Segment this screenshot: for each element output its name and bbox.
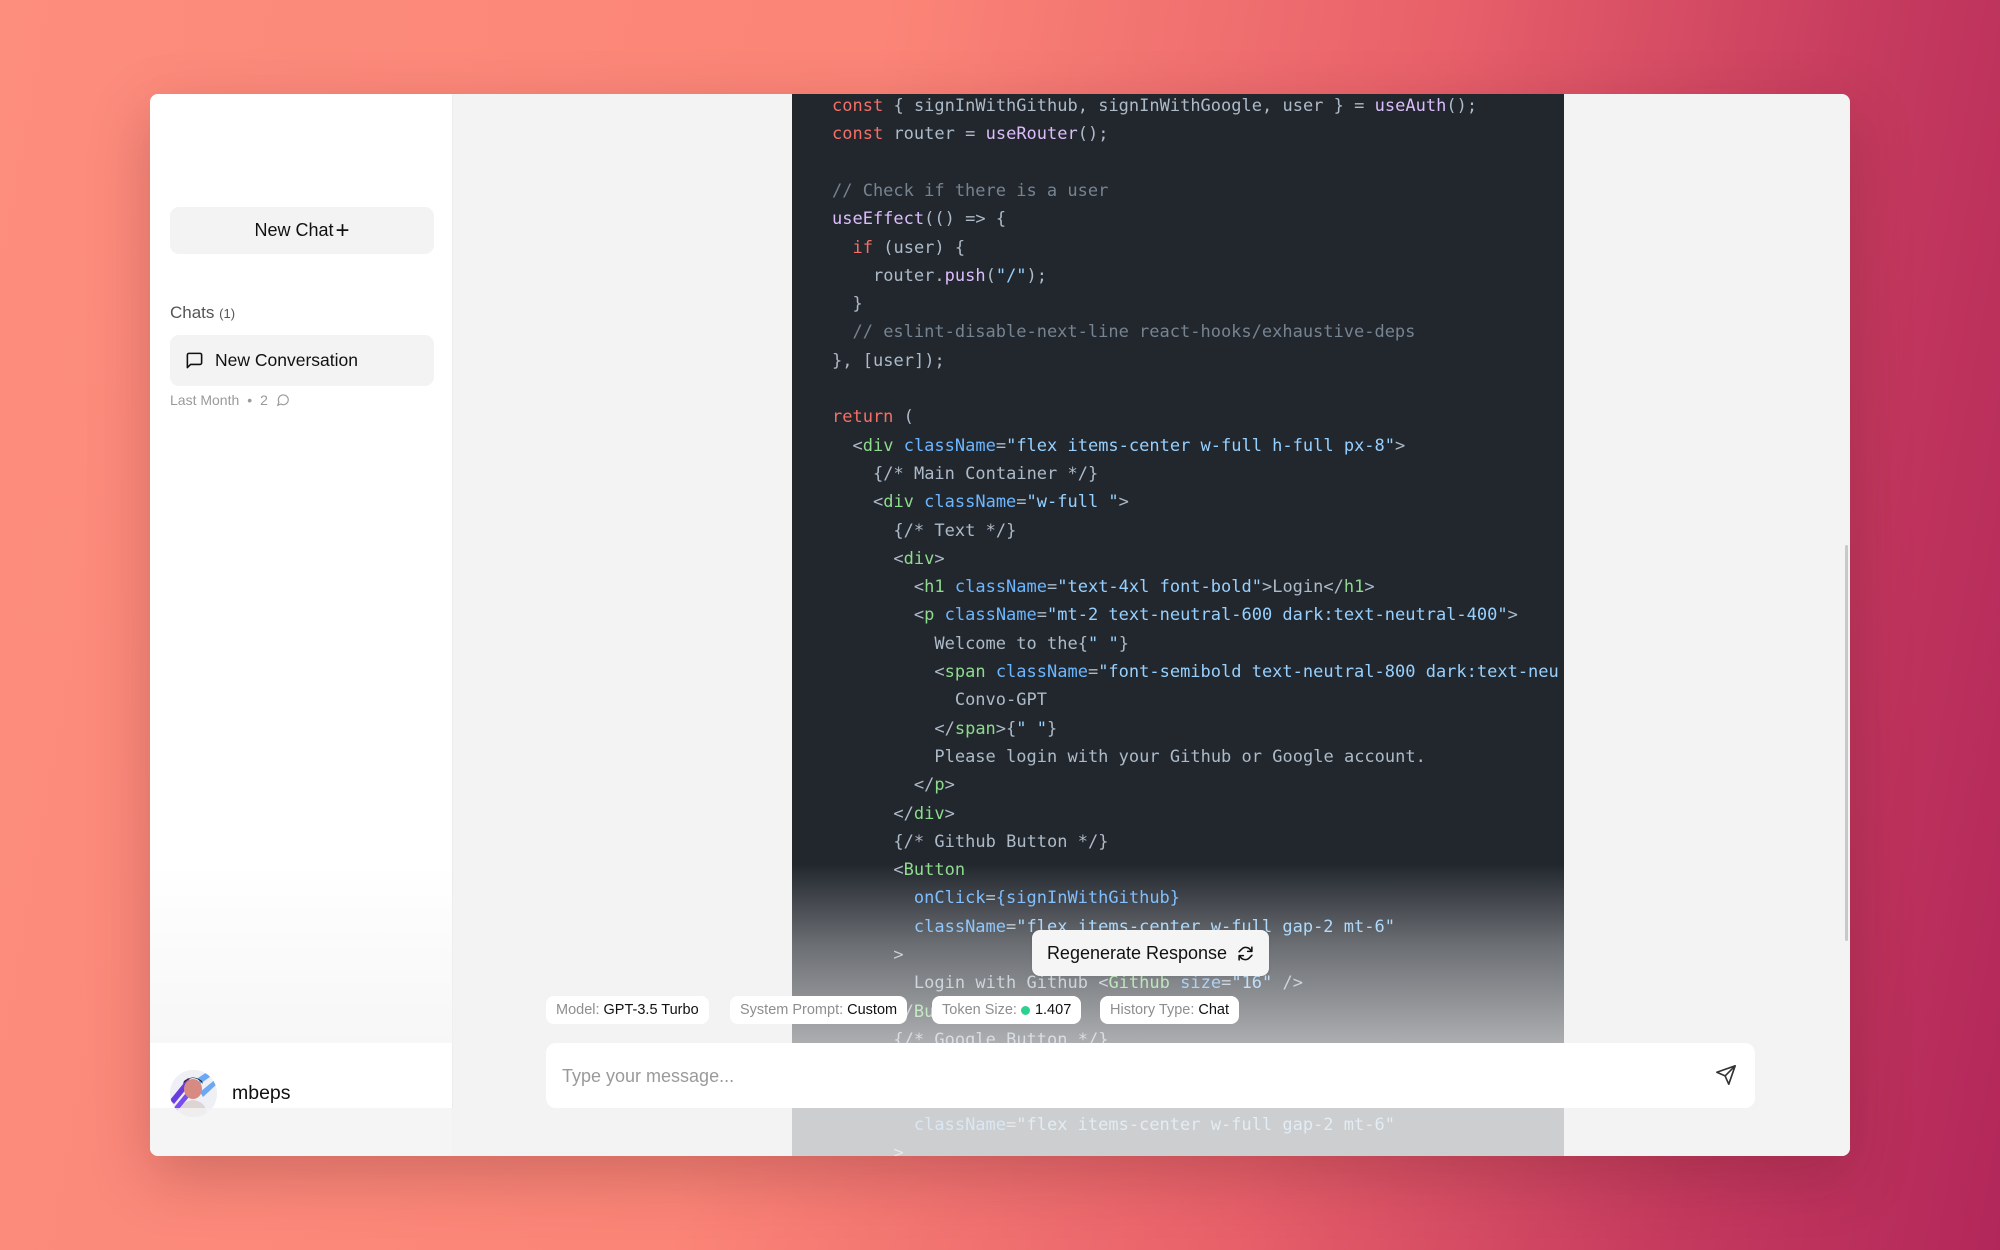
user-profile[interactable]: mbeps [170, 1070, 291, 1117]
conversation-title: New Conversation [215, 350, 358, 370]
code-line: > [893, 1143, 904, 1156]
code-line: return ( [832, 407, 914, 428]
regenerate-response-button[interactable]: Regenerate Response [1032, 930, 1269, 976]
history-type-label: History Type: [1110, 1002, 1195, 1018]
separator-dot: • [247, 392, 253, 408]
code-line: router.push("/"); [872, 265, 1048, 286]
code-line: <span className="font-semibold text-neut… [934, 662, 1559, 682]
refresh-icon [1238, 945, 1253, 961]
code-line: onClick={signInWithGithub} [913, 888, 1181, 909]
code-line: {/* Main Container */} [872, 463, 1099, 484]
code-line: <p className="mt-2 text-neutral-600 dark… [913, 605, 1518, 626]
app-window: New Chat + Chats (1) New Conversation La… [150, 94, 1850, 1156]
message-circle-icon [276, 394, 289, 407]
conversation-time: Last Month [170, 392, 240, 408]
avatar [170, 1070, 217, 1117]
code-line: <div className="flex items-center w-full… [852, 435, 1406, 456]
plus-icon: + [335, 216, 350, 244]
token-size-value: 1.407 [1034, 1002, 1072, 1018]
code-line: {/* Text */} [893, 520, 1017, 541]
history-type-chip: History Type: Chat [1100, 996, 1239, 1024]
sidebar: New Chat + Chats (1) New Conversation La… [150, 94, 453, 1156]
system-prompt-value: Custom [847, 1002, 898, 1018]
chats-count: (1) [219, 306, 236, 321]
code-line: if (user) { [852, 237, 966, 258]
regenerate-label: Regenerate Response [1046, 942, 1228, 963]
new-chat-button[interactable]: New Chat + [170, 207, 434, 254]
conversation-meta: Last Month • 2 [170, 392, 290, 408]
model-chip: Model: GPT-3.5 Turbo [546, 996, 709, 1024]
code-line: <Button [893, 860, 966, 881]
message-count: 2 [260, 392, 268, 408]
code-line: } [852, 294, 863, 315]
message-input[interactable] [560, 1043, 1684, 1110]
code-line: Welcome to the{" "} [934, 633, 1129, 654]
model-label: Model: [556, 1002, 600, 1018]
history-type-value: Chat [1198, 1002, 1229, 1018]
code-line: {/* Github Button */} [893, 831, 1109, 852]
code-line: }, [user]); [832, 350, 945, 371]
model-value: GPT-3.5 Turbo [603, 1002, 699, 1018]
code-line: useEffect(() => { [832, 209, 1007, 230]
token-size-label: Token Size: [942, 1002, 1017, 1018]
code-line: > [893, 945, 904, 965]
scrollbar[interactable] [1845, 545, 1848, 941]
code-line: <h1 className="text-4xl font-bold">Login… [913, 577, 1375, 598]
code-line: </div> [893, 803, 955, 824]
conversation-item[interactable]: New Conversation [170, 335, 434, 386]
message-composer [546, 1043, 1755, 1110]
new-chat-label: New Chat [254, 220, 334, 240]
code-line: const { signInWithGithub, signInWithGoog… [832, 96, 1478, 116]
token-size-chip: Token Size: 1.407 [932, 996, 1082, 1024]
code-line: Convo-GPT [954, 690, 1047, 711]
status-dot-icon [1020, 1005, 1030, 1015]
code-line: const router = useRouter(); [832, 124, 1109, 145]
code-line: Please login with your Github or Google … [934, 746, 1426, 767]
code-line: </span>{" "} [934, 718, 1058, 739]
code-line: className="flex items-center w-full gap-… [913, 1114, 1395, 1135]
code-line: <div className="w-full "> [872, 492, 1129, 513]
code-line: <div> [893, 548, 945, 569]
message-square-icon [186, 352, 203, 369]
system-prompt-label: System Prompt: [740, 1002, 844, 1018]
chats-label: Chats [170, 303, 215, 322]
username: mbeps [232, 1082, 291, 1104]
send-icon[interactable] [1715, 1064, 1737, 1086]
code-line: </p> [913, 775, 955, 796]
code-line: // Check if there is a user [832, 180, 1109, 201]
chats-heading: Chats (1) [170, 303, 235, 323]
code-line: // eslint-disable-next-line react-hooks/… [852, 322, 1416, 343]
system-prompt-chip: System Prompt: Custom [730, 996, 908, 1024]
